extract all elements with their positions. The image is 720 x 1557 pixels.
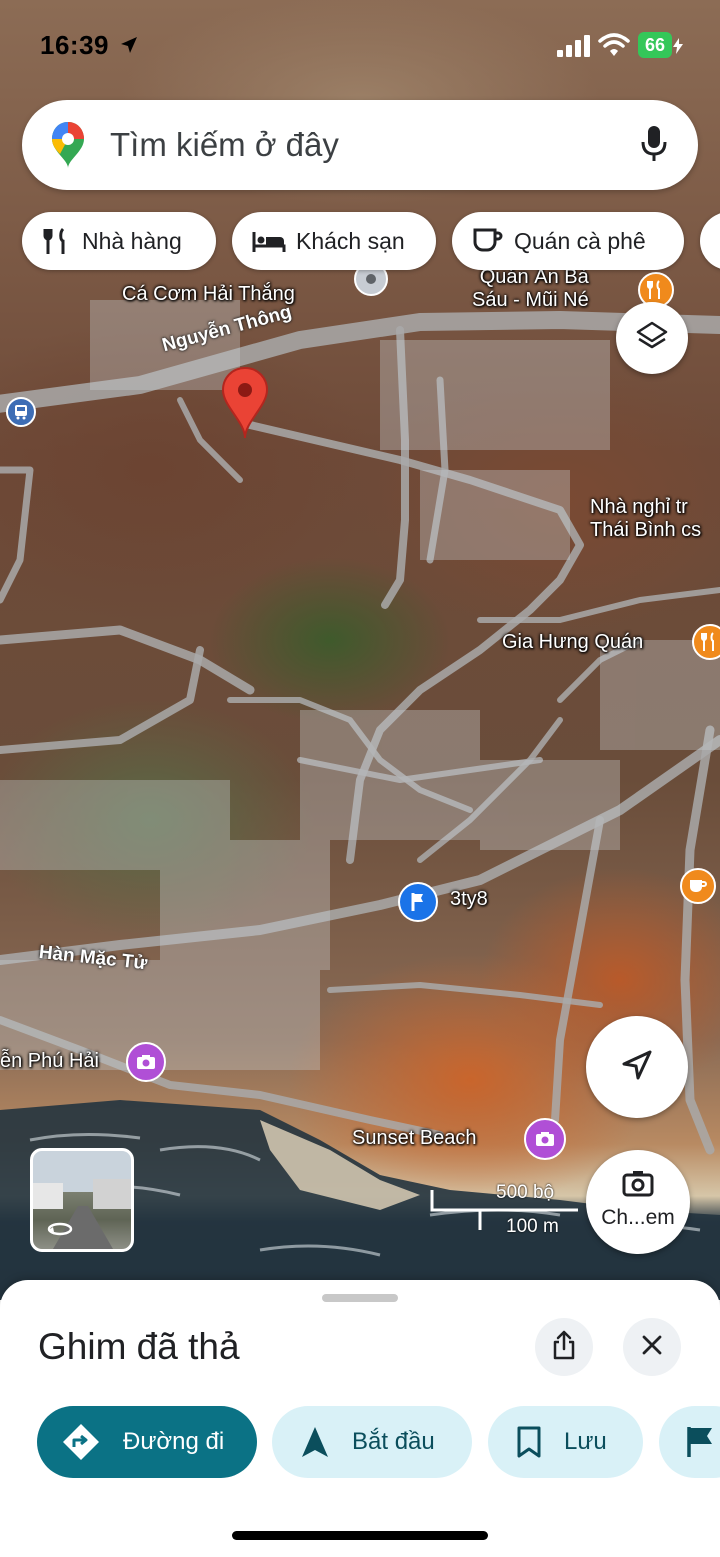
start-button[interactable]: Bắt đầu [272,1406,472,1478]
google-maps-pin-icon [50,120,86,175]
cafe-poi-icon[interactable] [680,868,716,904]
place-label-nha-nghi[interactable]: Nhà nghỉ tr Thái Bình cs [590,496,701,542]
navigation-arrow-outline-icon [619,1047,655,1088]
place-bottom-sheet[interactable]: Ghim đã thả Đường đi Bắt đầu Lưu [0,1280,720,1557]
chip-hotels[interactable]: Khách sạn [232,212,436,270]
maps-app: Cá Cơm Hải Thắng Quán Ăn Bà Sáu - Mũi Né… [0,0,720,1557]
sheet-drag-handle[interactable] [322,1294,398,1302]
chip-label: Nhà hàng [82,227,182,254]
camera-explore-button[interactable]: Ch...em [586,1150,690,1254]
sheet-title: Ghim đã thả [38,1326,240,1367]
chip-label: Khách sạn [296,227,405,254]
microphone-icon[interactable] [640,124,668,169]
street-view-thumbnail[interactable] [30,1148,134,1252]
restaurant-poi-icon[interactable] [692,624,720,660]
home-indicator[interactable] [232,1531,488,1540]
close-icon [641,1334,663,1361]
cellular-signal-icon [557,35,590,57]
restaurant-icon [42,226,72,256]
directions-label: Đường đi [123,1428,225,1455]
status-time: 16:39 [40,30,139,61]
coffee-cup-icon [472,227,504,255]
my-location-button[interactable] [586,1016,688,1118]
status-bar: 16:39 66 [0,28,720,68]
place-label-ca-com-hai-thang[interactable]: Cá Cơm Hải Thắng [122,283,295,306]
scale-imperial: 500 bộ [496,1182,555,1203]
flag-poi-icon[interactable] [398,882,438,922]
search-bar[interactable]: Tìm kiếm ở đây [22,100,698,190]
chip-label: Quán cà phê [514,227,646,254]
more-action-button[interactable] [659,1406,720,1478]
place-label-phu-hai[interactable]: ễn Phú Hải [0,1050,99,1073]
close-button[interactable] [623,1318,681,1376]
map-scale: 500 bộ 100 m [430,1182,580,1242]
flag-icon [685,1425,715,1459]
place-label-gia-hung-quan[interactable]: Gia Hưng Quán [502,631,643,654]
search-input[interactable]: Tìm kiếm ở đây [110,126,339,164]
dropped-pin-icon[interactable] [220,366,270,445]
rotate-360-icon [47,1222,73,1241]
wifi-icon [598,33,630,56]
navigation-arrow-icon [300,1425,330,1459]
battery-level: 66 [644,34,666,55]
battery-indicator: 66 [638,32,672,58]
chip-cafes[interactable]: Quán cà phê [452,212,684,270]
start-label: Bắt đầu [352,1428,435,1455]
save-label: Lưu [564,1428,607,1455]
layers-icon [635,319,669,358]
save-button[interactable]: Lưu [488,1406,643,1478]
hotel-bed-icon [252,229,286,253]
camera-explore-label: Ch...em [601,1205,675,1229]
bus-stop-icon[interactable] [6,397,36,427]
charging-bolt-icon [673,38,683,54]
place-label-3ty8[interactable]: 3ty8 [450,888,488,911]
place-label-sunset-beach[interactable]: Sunset Beach [352,1127,477,1150]
directions-button[interactable]: Đường đi [37,1406,257,1478]
location-arrow-icon [120,37,137,53]
place-label-quan-an-ba-sau[interactable]: Quán Ăn Bà Sáu - Mũi Né [472,266,589,312]
layers-button[interactable] [616,302,688,374]
chip-restaurants[interactable]: Nhà hàng [22,212,216,270]
scale-metric: 100 m [506,1216,559,1237]
place-label-nha-nghi-text: Nhà nghỉ tr Thái Bình cs [590,496,702,541]
share-icon [551,1330,577,1365]
camera-scan-icon [621,1169,655,1204]
place-label-quan-an-ba-sau-text: Quán Ăn Bà Sáu - Mũi Né [472,266,589,311]
bookmark-icon [516,1425,542,1459]
camera-poi-icon[interactable] [524,1118,566,1160]
camera-poi-icon[interactable] [126,1042,166,1082]
share-button[interactable] [535,1318,593,1376]
directions-icon [61,1422,101,1462]
status-time-text: 16:39 [40,30,109,60]
